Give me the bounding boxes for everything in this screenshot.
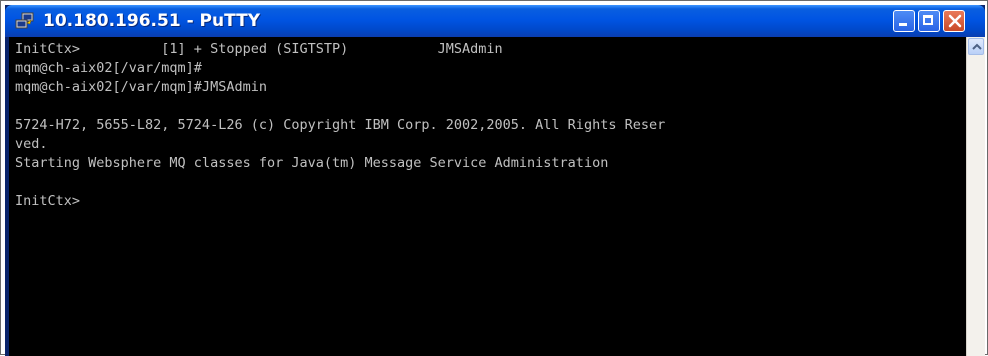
title-bar[interactable]: 10.180.196.51 - PuTTY xyxy=(5,5,985,37)
window-title: 10.180.196.51 - PuTTY xyxy=(43,11,261,31)
terminal-line: InitCtx> [1] + Stopped (SIGTSTP) JMSAdmi… xyxy=(15,41,503,57)
close-button[interactable] xyxy=(943,10,965,32)
putty-window: 10.180.196.51 - PuTTY InitCtx> [1] + Sto… xyxy=(5,5,985,356)
close-icon xyxy=(946,12,964,30)
putty-icon[interactable] xyxy=(15,12,35,30)
minimize-button[interactable] xyxy=(893,10,915,32)
terminal-line: ved. xyxy=(15,136,48,152)
terminal-line: Starting Websphere MQ classes for Java(t… xyxy=(15,155,609,171)
terminal-area[interactable]: InitCtx> [1] + Stopped (SIGTSTP) JMSAdmi… xyxy=(9,37,966,356)
terminal-prompt: InitCtx> xyxy=(15,193,81,209)
screenshot-frame: 10.180.196.51 - PuTTY InitCtx> [1] + Sto… xyxy=(0,0,988,356)
maximize-button[interactable] xyxy=(918,10,940,32)
maximize-icon xyxy=(923,15,933,25)
scroll-up-button[interactable] xyxy=(968,38,984,55)
terminal-line: mqm@ch-aix02[/var/mqm]# xyxy=(15,60,202,76)
minimize-icon xyxy=(899,23,907,26)
scroll-up-arrow-icon xyxy=(972,43,982,50)
terminal-line: 5724-H72, 5655-L82, 5724-L26 (c) Copyrig… xyxy=(15,117,666,133)
vertical-scrollbar[interactable] xyxy=(966,37,985,356)
terminal-line: mqm@ch-aix02[/var/mqm]#JMSAdmin xyxy=(15,79,267,95)
